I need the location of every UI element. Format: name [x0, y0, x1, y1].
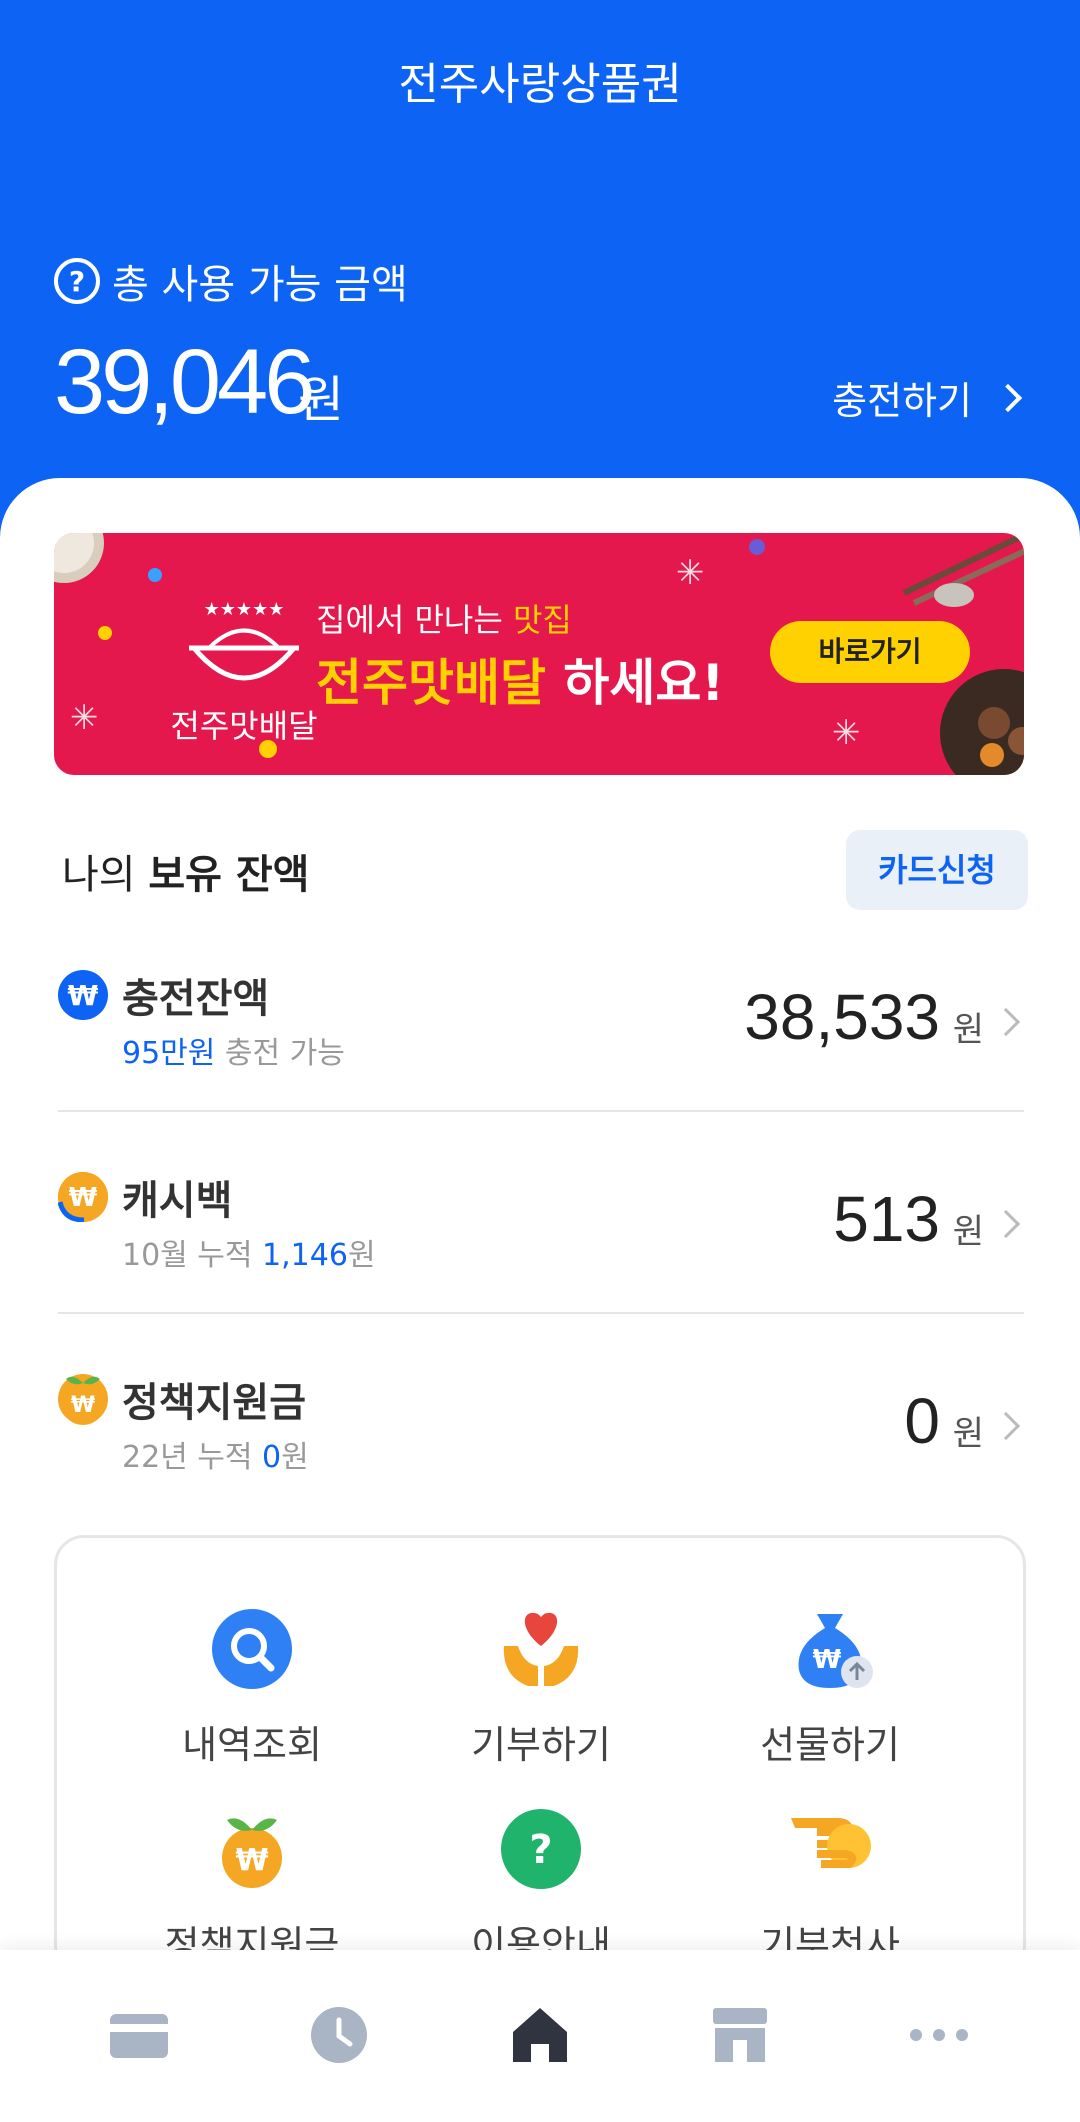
balance-sub: 10월 누적 1,146원 — [122, 1230, 376, 1274]
balance-amount: 38,533 — [744, 981, 940, 1053]
balance-heading: 나의 보유 잔액 — [62, 842, 309, 900]
total-amount: 39,046 — [54, 331, 315, 433]
balance-name: 충전잔액 — [122, 976, 270, 1022]
svg-text:★★★★★: ★★★★★ — [204, 599, 285, 620]
svg-text:₩: ₩ — [69, 1183, 98, 1213]
sprout-coin-icon: ₩ — [209, 1806, 295, 1892]
banner-title: 전주맛배달 하세요! — [316, 643, 724, 715]
total-label-row[interactable]: ? 총 사용 가능 금액 — [54, 252, 408, 310]
chopsticks-icon — [902, 533, 1024, 607]
bottom-nav — [0, 1950, 1080, 2122]
charge-link[interactable]: 충전하기 — [832, 370, 1023, 425]
divider — [58, 1312, 1024, 1314]
decor-dot — [749, 539, 765, 555]
banner-logo: ★★★★★ 전주맛배달 — [149, 593, 339, 745]
question-icon: ? — [498, 1806, 584, 1892]
charge-link-label: 충전하기 — [832, 379, 972, 423]
balance-unit: 원 — [952, 1414, 984, 1454]
balance-name: 정책지원금 — [122, 1380, 306, 1426]
card-apply-button[interactable]: 카드신청 — [846, 830, 1028, 910]
balance-heading-bold: 보유 잔액 — [148, 852, 310, 898]
menu-history[interactable]: 내역조회 — [122, 1606, 382, 1769]
chevron-right-icon — [993, 383, 1023, 412]
total-unit: 원 — [298, 371, 344, 429]
chevron-right-icon — [991, 1209, 1021, 1239]
app-title: 전주사랑상품권 — [398, 59, 682, 110]
balance-row-policy[interactable]: ₩ 정책지원금 22년 누적 0원 0 원 — [58, 1366, 1024, 1526]
balance-sub-highlight: 1,146 — [262, 1238, 348, 1273]
more-icon[interactable] — [904, 2000, 974, 2070]
chevron-right-icon — [991, 1007, 1021, 1037]
decor-dot — [148, 568, 162, 582]
svg-text:?: ? — [529, 1827, 552, 1873]
balance-row-charge[interactable]: ₩ 충전잔액 95만원 충전 가능 38,533 원 — [58, 962, 1024, 1122]
balance-unit: 원 — [952, 1212, 984, 1252]
balance-sub-highlight: 95만원 — [122, 1036, 216, 1071]
balance-row-cashback[interactable]: ₩ 캐시백 10월 누적 1,146원 513 원 — [58, 1164, 1024, 1324]
total-label: 총 사용 가능 금액 — [112, 262, 408, 308]
menu-label: 기부하기 — [471, 1723, 611, 1767]
balance-sub-prefix: 10월 누적 — [122, 1238, 263, 1273]
balance-sub-prefix: 22년 누적 — [122, 1440, 263, 1475]
menu-gift[interactable]: ₩ 선물하기 — [700, 1606, 960, 1769]
banner-logo-text: 전주맛배달 — [170, 707, 318, 745]
balance-amount: 513 — [833, 1183, 940, 1255]
balance-name: 캐시백 — [122, 1178, 233, 1224]
divider — [58, 1110, 1024, 1112]
rice-bowl-icon — [54, 533, 104, 583]
hand-coin-icon — [787, 1806, 873, 1892]
banner-subtitle-highlight: 맛집 — [512, 601, 572, 639]
svg-text:₩: ₩ — [813, 1645, 842, 1675]
money-bag-icon: ₩ — [787, 1606, 873, 1692]
sparkle-icon: ✳ — [70, 698, 99, 738]
cashback-coin-icon: ₩ — [58, 1172, 108, 1222]
balance-sub-highlight: 0 — [262, 1440, 282, 1475]
banner-go-button[interactable]: 바로가기 — [770, 621, 970, 683]
balance-sub: 22년 누적 0원 — [122, 1432, 309, 1476]
help-icon[interactable]: ? — [54, 258, 100, 304]
menu-guide[interactable]: ? 이용안내 — [411, 1806, 671, 1969]
balance-sub: 95만원 충전 가능 — [122, 1028, 345, 1072]
search-icon — [209, 1606, 295, 1692]
menu-label: 선물하기 — [760, 1723, 900, 1767]
sparkle-icon: ✳ — [832, 713, 861, 753]
chevron-right-icon — [991, 1411, 1021, 1441]
sprout-icon: ₩ — [61, 1376, 105, 1425]
menu-label: 내역조회 — [182, 1723, 322, 1767]
menu-donate[interactable]: 기부하기 — [411, 1606, 671, 1769]
balance-sub-suffix: 원 — [347, 1238, 376, 1273]
store-icon[interactable] — [705, 2000, 775, 2070]
balance-sub-rest: 충전 가능 — [215, 1036, 345, 1071]
menu-policy[interactable]: ₩ 정책지원금 — [122, 1806, 382, 1969]
banner-subtitle-prefix: 집에서 만나는 — [316, 601, 513, 639]
svg-text:₩: ₩ — [235, 1843, 268, 1878]
promo-banner[interactable]: ✳ ✳ ✳ ★★★★★ 전주맛배달 집에서 만나는 맛집 전주맛배달 하세요! … — [54, 533, 1024, 775]
balance-sub-suffix: 원 — [281, 1440, 309, 1475]
menu-angel[interactable]: 기부천사 — [700, 1806, 960, 1969]
cashback-arrow-icon: ₩ — [58, 1172, 108, 1222]
decor-dot — [98, 626, 112, 640]
heart-hands-icon — [498, 1606, 584, 1692]
home-icon[interactable] — [505, 2000, 575, 2070]
clock-icon[interactable] — [304, 2000, 374, 2070]
sprout-coin-icon: ₩ — [58, 1374, 108, 1425]
delivery-bowl-icon: ★★★★★ — [188, 599, 300, 681]
banner-subtitle: 집에서 만나는 맛집 — [316, 595, 572, 641]
quick-menu: 내역조회 기부하기 ₩ 선물하기 ₩ 정책지원금 ? 이용안내 기부천사 — [54, 1535, 1026, 1975]
balance-heading-prefix: 나의 — [62, 852, 149, 898]
sparkle-icon: ✳ — [676, 553, 705, 593]
banner-title-highlight: 전주맛배달 — [316, 654, 546, 712]
svg-text:₩: ₩ — [71, 1393, 95, 1418]
banner-title-rest: 하세요! — [546, 654, 725, 712]
balance-amount: 0 — [904, 1385, 940, 1457]
card-icon[interactable] — [104, 2000, 174, 2070]
won-coin-icon: ₩ — [58, 970, 108, 1020]
balance-unit: 원 — [952, 1010, 984, 1050]
